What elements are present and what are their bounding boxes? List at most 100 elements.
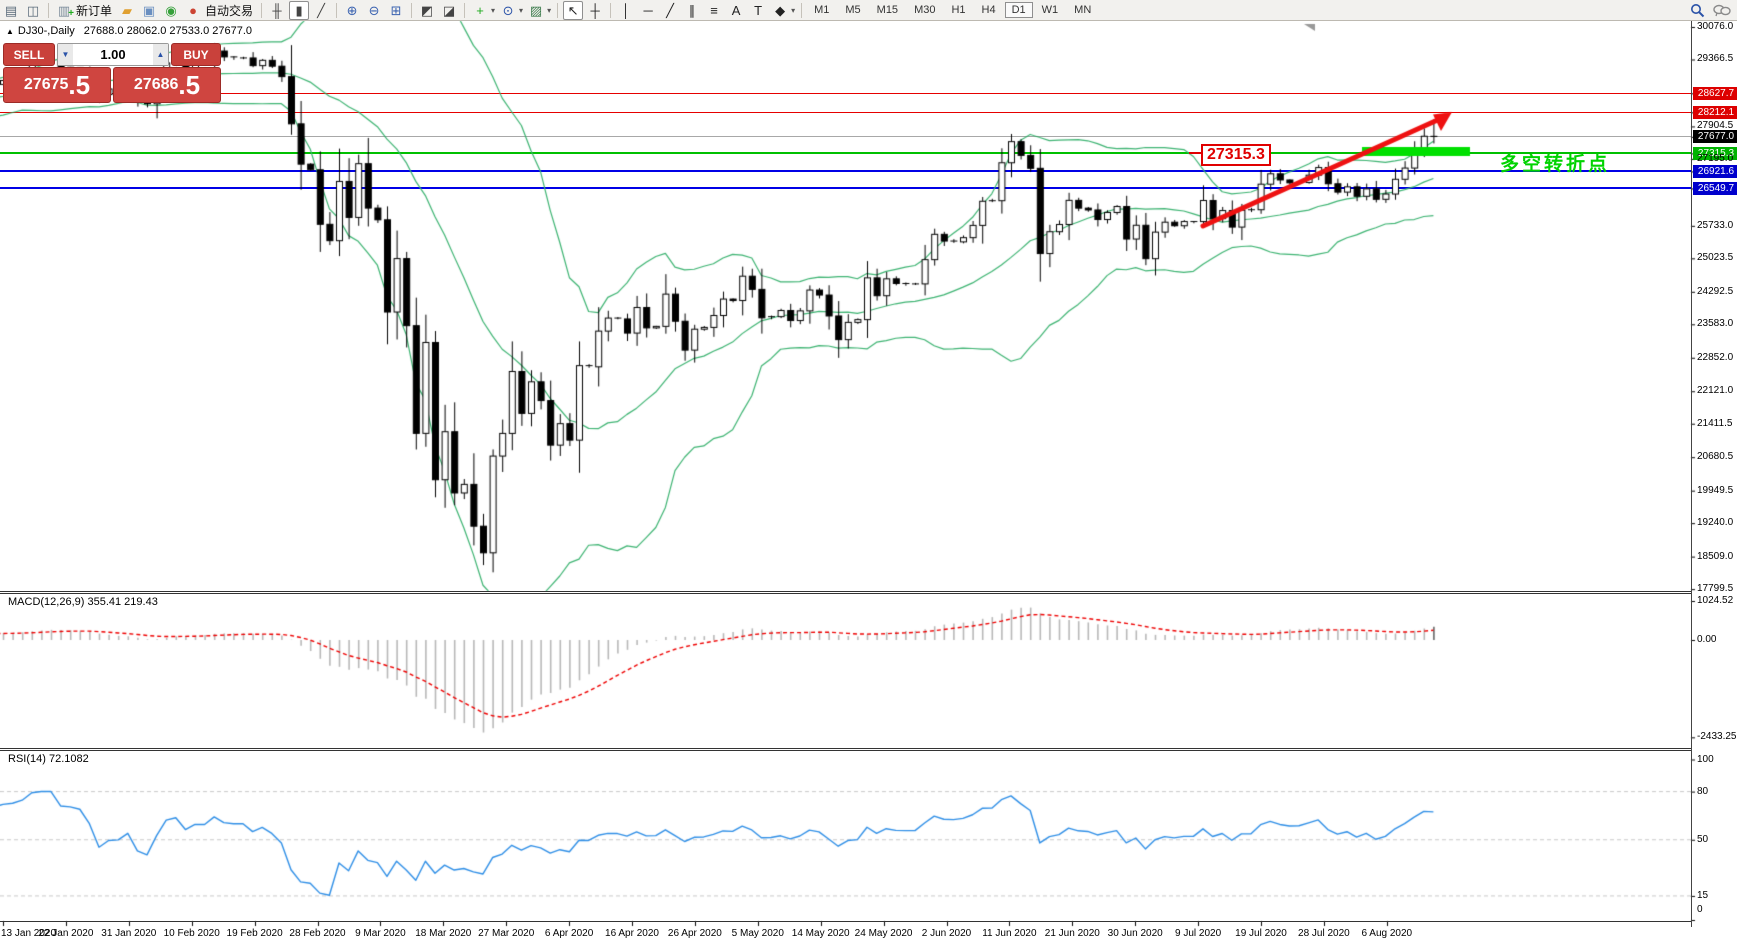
toolbar-separator xyxy=(261,3,262,18)
price-tick-21411.5: 21411.5 xyxy=(1697,418,1732,430)
date-axis-separator xyxy=(0,921,1691,922)
sell-button[interactable]: SELL xyxy=(3,43,55,66)
collapse-icon[interactable]: ▲ xyxy=(6,27,14,36)
buy-button[interactable]: BUY xyxy=(171,43,221,66)
zoom-out-icon[interactable]: ⊖ xyxy=(364,1,384,20)
price-tag-26921.6: 26921.6 xyxy=(1693,165,1737,178)
signal-icon[interactable]: ◉ xyxy=(161,1,181,20)
rsi-tick-15: 15 xyxy=(1697,890,1708,902)
timeframe-h1[interactable]: H1 xyxy=(944,2,972,18)
date-label: 11 Jun 2020 xyxy=(982,928,1036,939)
autotrade-label[interactable]: 自动交易 xyxy=(205,2,253,19)
template-icon[interactable]: ▨ xyxy=(526,1,546,20)
price-tag-26549.7: 26549.7 xyxy=(1693,182,1737,195)
vertical-line-icon[interactable]: │ xyxy=(616,1,636,20)
date-label: 26 Apr 2020 xyxy=(668,928,722,939)
market-watch-icon[interactable]: ▤ xyxy=(1,1,21,20)
buy-price-button[interactable]: 27686 .5 xyxy=(113,67,221,103)
add-indicator-icon[interactable]: + xyxy=(470,1,490,20)
periods-icon[interactable]: ⊙ xyxy=(498,1,518,20)
data-window-icon[interactable]: ◫ xyxy=(23,1,43,20)
rsi-tick-50: 50 xyxy=(1697,834,1708,846)
trend-note-text[interactable]: 多空转折点 xyxy=(1500,149,1610,176)
sell-price-frac: .5 xyxy=(68,72,90,98)
text-icon[interactable]: A xyxy=(726,1,746,20)
arrows-icon[interactable]: ◆ xyxy=(770,1,790,20)
price-tick-18509.0: 18509.0 xyxy=(1697,551,1733,563)
cursor-icon[interactable]: ↖ xyxy=(563,1,583,20)
timeframe-d1[interactable]: D1 xyxy=(1005,2,1033,18)
rsi-separator-inner xyxy=(0,750,1691,751)
timeframe-w1[interactable]: W1 xyxy=(1035,2,1066,18)
tile-windows-icon[interactable]: ⊞ xyxy=(386,1,406,20)
template-icon-dropdown[interactable]: ▾ xyxy=(547,6,551,15)
price-tick-25023.5: 25023.5 xyxy=(1697,252,1733,264)
price-tick-25733.0: 25733.0 xyxy=(1697,220,1733,232)
new-order-label[interactable]: 新订单 xyxy=(76,2,112,19)
horizontal-line-icon[interactable]: ─ xyxy=(638,1,658,20)
date-label: 10 Feb 2020 xyxy=(164,928,220,939)
price-tick-30076.0: 30076.0 xyxy=(1697,21,1733,33)
new-order-icon[interactable]: ▥+ xyxy=(54,1,74,20)
add-indicator-icon-dropdown[interactable]: ▾ xyxy=(491,6,495,15)
text-label-icon[interactable]: T xyxy=(748,1,768,20)
timeframe-m15[interactable]: M15 xyxy=(870,2,905,18)
timeframe-m1[interactable]: M1 xyxy=(807,2,836,18)
sell-price: 27675 xyxy=(24,76,69,94)
periods-icon-dropdown[interactable]: ▾ xyxy=(519,6,523,15)
volume-stepper[interactable]: ▼ 1.00 ▲ xyxy=(57,43,169,66)
crosshair-icon[interactable]: ┼ xyxy=(585,1,605,20)
autotrade-icon[interactable]: ● xyxy=(183,1,203,20)
date-label: 9 Mar 2020 xyxy=(355,928,406,939)
volume-decrease-button[interactable]: ▼ xyxy=(58,44,73,65)
date-label: 24 May 2020 xyxy=(855,928,913,939)
volume-value[interactable]: 1.00 xyxy=(73,44,153,65)
macd-separator[interactable] xyxy=(0,591,1691,592)
macd-tick-0: 0.00 xyxy=(1697,634,1716,646)
price-tick-19949.5: 19949.5 xyxy=(1697,485,1733,497)
date-label: 5 May 2020 xyxy=(732,928,784,939)
candlestick-icon[interactable]: ▮ xyxy=(289,1,309,20)
timeframe-mn[interactable]: MN xyxy=(1067,2,1098,18)
price-tick-24292.5: 24292.5 xyxy=(1697,286,1733,298)
price-callout-box[interactable]: 27315.3 xyxy=(1201,144,1271,166)
chat-bubbles-icon[interactable] xyxy=(1713,3,1731,18)
chat-window-icon[interactable]: ▣ xyxy=(139,1,159,20)
trendline-icon[interactable]: ╱ xyxy=(660,1,680,20)
macd-tick-1024.52: 1024.52 xyxy=(1697,595,1733,607)
chart-title: ▲DJ30-,Daily27688.0 28062.0 27533.0 2767… xyxy=(6,25,252,37)
price-tick-19240.0: 19240.0 xyxy=(1697,517,1733,529)
date-label: 27 Mar 2020 xyxy=(478,928,534,939)
date-label: 31 Jan 2020 xyxy=(101,928,156,939)
timeframe-m30[interactable]: M30 xyxy=(907,2,942,18)
line-chart-icon[interactable]: ╱ xyxy=(311,1,331,20)
equidistant-channel-icon[interactable]: ∥ xyxy=(682,1,702,20)
price-axis-line xyxy=(1691,20,1692,927)
rsi-separator[interactable] xyxy=(0,748,1691,749)
price-tag-28212.1: 28212.1 xyxy=(1693,106,1737,119)
price-tick-27904.5: 27904.5 xyxy=(1697,120,1733,132)
eraser-icon[interactable]: ▰ xyxy=(117,1,137,20)
toolbar: ▤◫▥+新订单▰▣◉●自动交易╫▮╱⊕⊖⊞◩◪+▾⊙▾▨▾↖┼│─╱∥≡AT◆▾… xyxy=(0,0,1737,21)
rsi-tick-100: 100 xyxy=(1697,754,1714,766)
zoom-in-icon[interactable]: ⊕ xyxy=(342,1,362,20)
chart-canvas[interactable] xyxy=(0,0,1737,946)
date-label: 22 Jan 2020 xyxy=(38,928,93,939)
search-icon[interactable] xyxy=(1690,3,1705,18)
date-label: 14 May 2020 xyxy=(792,928,850,939)
mt4-window: ▤◫▥+新订单▰▣◉●自动交易╫▮╱⊕⊖⊞◩◪+▾⊙▾▨▾↖┼│─╱∥≡AT◆▾… xyxy=(0,0,1737,946)
rsi-tick-80: 80 xyxy=(1697,786,1708,798)
price-tag-28627.7: 28627.7 xyxy=(1693,87,1737,100)
indicator-window-icon[interactable]: ◩ xyxy=(417,1,437,20)
volume-increase-button[interactable]: ▲ xyxy=(153,44,168,65)
timeframe-h4[interactable]: H4 xyxy=(975,2,1003,18)
sell-price-button[interactable]: 27675 .5 xyxy=(3,67,111,103)
arrows-icon-dropdown[interactable]: ▾ xyxy=(791,6,795,15)
buy-price-frac: .5 xyxy=(178,72,200,98)
toolbar-separator xyxy=(464,3,465,18)
bar-chart-icon[interactable]: ╫ xyxy=(267,1,287,20)
fibonacci-icon[interactable]: ≡ xyxy=(704,1,724,20)
timeframe-m5[interactable]: M5 xyxy=(838,2,867,18)
toolbar-separator xyxy=(557,3,558,18)
indicator-window-alt-icon[interactable]: ◪ xyxy=(439,1,459,20)
